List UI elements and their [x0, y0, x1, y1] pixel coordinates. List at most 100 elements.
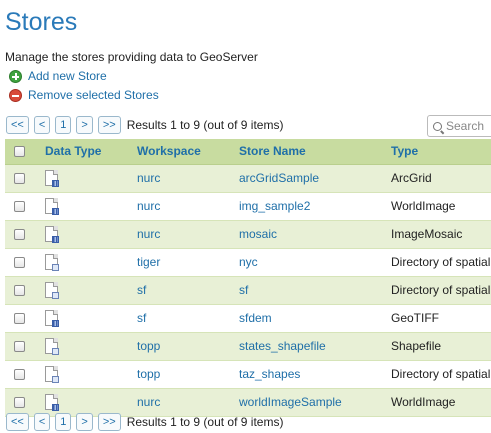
row-checkbox[interactable] [14, 173, 25, 184]
store-type: WorldImage [391, 199, 456, 213]
data-type-cell [45, 221, 125, 252]
table-row: topp taz_shapes Directory of spatial files… [5, 361, 491, 389]
raster-store-icon [45, 226, 59, 243]
data-type-cell [45, 305, 125, 336]
raster-store-icon [45, 310, 59, 327]
table-row: nurc arcGridSample ArcGrid [5, 165, 491, 193]
data-type-cell [45, 249, 125, 280]
store-type: Directory of spatial files (shapefiles) [391, 283, 491, 297]
remove-selected-stores-link[interactable]: Remove selected Stores [9, 87, 159, 103]
data-type-cell [45, 333, 125, 364]
search-box[interactable] [427, 115, 491, 137]
raster-store-icon [45, 170, 59, 187]
pager-last-button[interactable]: >> [97, 413, 121, 431]
results-count: Results 1 to 9 (out of 9 items) [126, 415, 284, 429]
raster-store-icon [45, 198, 59, 215]
header-store-name[interactable]: Store Name [239, 139, 384, 164]
pager-page-1-button[interactable]: 1 [55, 116, 72, 134]
store-name-link[interactable]: nyc [239, 249, 384, 276]
store-type: Directory of spatial files (shapefiles) [391, 367, 491, 381]
table-row: tiger nyc Directory of spatial files (shap… [5, 249, 491, 277]
row-checkbox-cell [14, 361, 28, 390]
workspace-link[interactable]: sf [137, 305, 232, 332]
store-type: ImageMosaic [391, 227, 463, 241]
pager-last-button[interactable]: >> [97, 116, 121, 134]
results-count: Results 1 to 9 (out of 9 items) [126, 118, 284, 132]
store-type: Directory of spatial files (shapefiles) [391, 255, 491, 269]
store-type: Shapefile [391, 339, 442, 353]
stores-table: Data Type Workspace Store Name Type nurc… [5, 139, 491, 417]
pager-next-button[interactable]: > [76, 413, 93, 431]
data-type-cell [45, 165, 125, 196]
row-checkbox[interactable] [14, 285, 25, 296]
add-icon [9, 69, 22, 83]
vector-store-icon [45, 338, 59, 355]
pager-top: << < 1 > >> Results 1 to 9 (out of 9 ite… [6, 115, 283, 135]
store-type: ArcGrid [391, 171, 432, 185]
row-checkbox[interactable] [14, 229, 25, 240]
row-checkbox-cell [14, 333, 28, 362]
table-row: sfsf Directory of spatial files (shapefil… [5, 277, 491, 305]
store-name-link[interactable]: sfdem [239, 305, 384, 332]
header-data-type[interactable]: Data Type [45, 139, 125, 164]
store-name-link[interactable]: arcGridSample [239, 165, 384, 192]
select-all-checkbox-cell [14, 139, 28, 166]
store-name-link[interactable]: sf [239, 277, 384, 304]
pager-bottom: << < 1 > >> Results 1 to 9 (out of 9 ite… [6, 412, 283, 432]
workspace-link[interactable]: nurc [137, 193, 232, 220]
workspace-link[interactable]: nurc [137, 165, 232, 192]
pager-page-1-button[interactable]: 1 [55, 413, 72, 431]
row-checkbox-cell [14, 305, 28, 334]
table-header-row: Data Type Workspace Store Name Type [5, 139, 491, 165]
pager-prev-button[interactable]: < [33, 413, 51, 431]
store-name-link[interactable]: img_sample2 [239, 193, 384, 220]
add-new-store-label: Add new Store [28, 69, 107, 83]
store-name-link[interactable]: mosaic [239, 221, 384, 248]
page-title: Stores [5, 8, 78, 36]
remove-icon [9, 88, 22, 102]
pager-first-button[interactable]: << [6, 413, 29, 431]
header-workspace[interactable]: Workspace [137, 139, 232, 164]
table-row: topp states_shapefile Shapefile [5, 333, 491, 361]
workspace-link[interactable]: tiger [137, 249, 232, 276]
search-icon [433, 121, 442, 131]
data-type-cell [45, 361, 125, 392]
table-row: nurc mosaic ImageMosaic [5, 221, 491, 249]
table-row: sf sfdem GeoTIFF [5, 305, 491, 333]
workspace-link[interactable]: sf [137, 277, 232, 304]
vector-store-icon [45, 366, 59, 383]
workspace-link[interactable]: nurc [137, 221, 232, 248]
data-type-cell [45, 277, 125, 308]
search-input[interactable] [446, 119, 491, 133]
row-checkbox[interactable] [14, 369, 25, 380]
vector-store-icon [45, 282, 59, 299]
pager-next-button[interactable]: > [76, 116, 93, 134]
store-type: GeoTIFF [391, 311, 440, 325]
page-description: Manage the stores providing data to GeoS… [5, 50, 258, 64]
row-checkbox-cell [14, 277, 28, 306]
raster-store-icon [45, 394, 59, 411]
vector-store-icon [45, 254, 59, 271]
row-checkbox[interactable] [14, 397, 25, 408]
row-checkbox-cell [14, 249, 28, 278]
remove-selected-stores-label: Remove selected Stores [28, 88, 159, 102]
workspace-link[interactable]: topp [137, 361, 232, 388]
pager-prev-button[interactable]: < [33, 116, 51, 134]
pager-first-button[interactable]: << [6, 116, 29, 134]
row-checkbox[interactable] [14, 257, 25, 268]
row-checkbox[interactable] [14, 341, 25, 352]
row-checkbox-cell [14, 193, 28, 222]
header-type[interactable]: Type [391, 139, 491, 164]
row-checkbox[interactable] [14, 313, 25, 324]
data-type-cell [45, 193, 125, 224]
store-name-link[interactable]: taz_shapes [239, 361, 384, 388]
store-type: WorldImage [391, 395, 456, 409]
table-row: nurc img_sample2 WorldImage [5, 193, 491, 221]
select-all-checkbox[interactable] [14, 146, 25, 157]
store-name-link[interactable]: states_shapefile [239, 333, 384, 360]
row-checkbox[interactable] [14, 201, 25, 212]
row-checkbox-cell [14, 221, 28, 250]
workspace-link[interactable]: topp [137, 333, 232, 360]
add-new-store-link[interactable]: Add new Store [9, 68, 107, 84]
row-checkbox-cell [14, 165, 28, 194]
